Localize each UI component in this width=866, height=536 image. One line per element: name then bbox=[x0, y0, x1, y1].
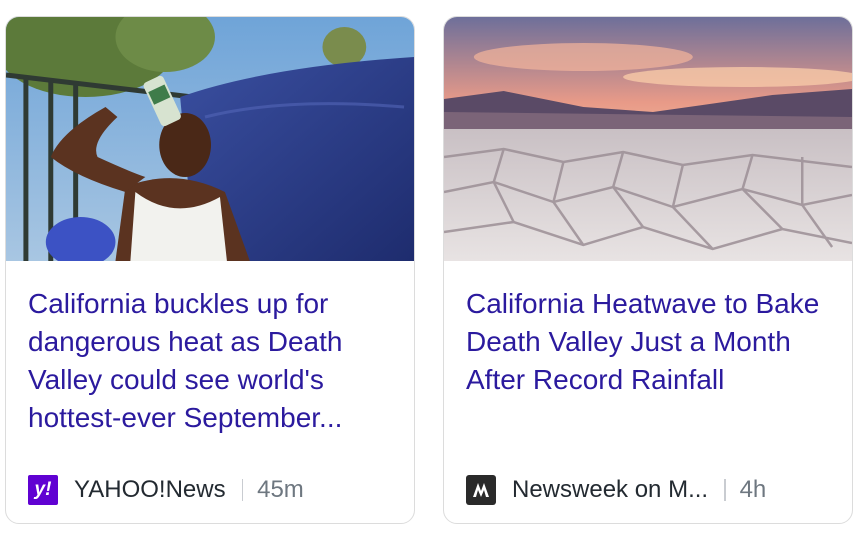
news-card[interactable]: California Heatwave to Bake Death Valley… bbox=[443, 16, 853, 524]
cracked-desert-photo-icon bbox=[444, 17, 852, 261]
divider bbox=[241, 479, 244, 501]
man-drinking-photo-icon bbox=[6, 17, 414, 261]
article-thumbnail[interactable] bbox=[6, 17, 414, 261]
yahoo-logo-icon: y! bbox=[28, 475, 58, 505]
source-name[interactable]: Newsweek on M... bbox=[512, 476, 708, 504]
timestamp: 45m bbox=[257, 476, 304, 503]
source-name[interactable]: YAHOO!News bbox=[74, 476, 226, 504]
news-card-list: California buckles up for dangerous heat… bbox=[0, 0, 866, 536]
newsweek-logo-icon bbox=[466, 475, 496, 505]
divider bbox=[724, 479, 726, 501]
news-card[interactable]: California buckles up for dangerous heat… bbox=[5, 16, 415, 524]
article-thumbnail[interactable] bbox=[444, 17, 852, 261]
article-source: Newsweek on M... 4h bbox=[466, 475, 766, 505]
article-source: y! YAHOO!News 45m bbox=[28, 475, 304, 505]
article-headline[interactable]: California buckles up for dangerous heat… bbox=[28, 285, 392, 437]
article-headline[interactable]: California Heatwave to Bake Death Valley… bbox=[466, 285, 830, 399]
timestamp: 4h bbox=[739, 476, 767, 503]
